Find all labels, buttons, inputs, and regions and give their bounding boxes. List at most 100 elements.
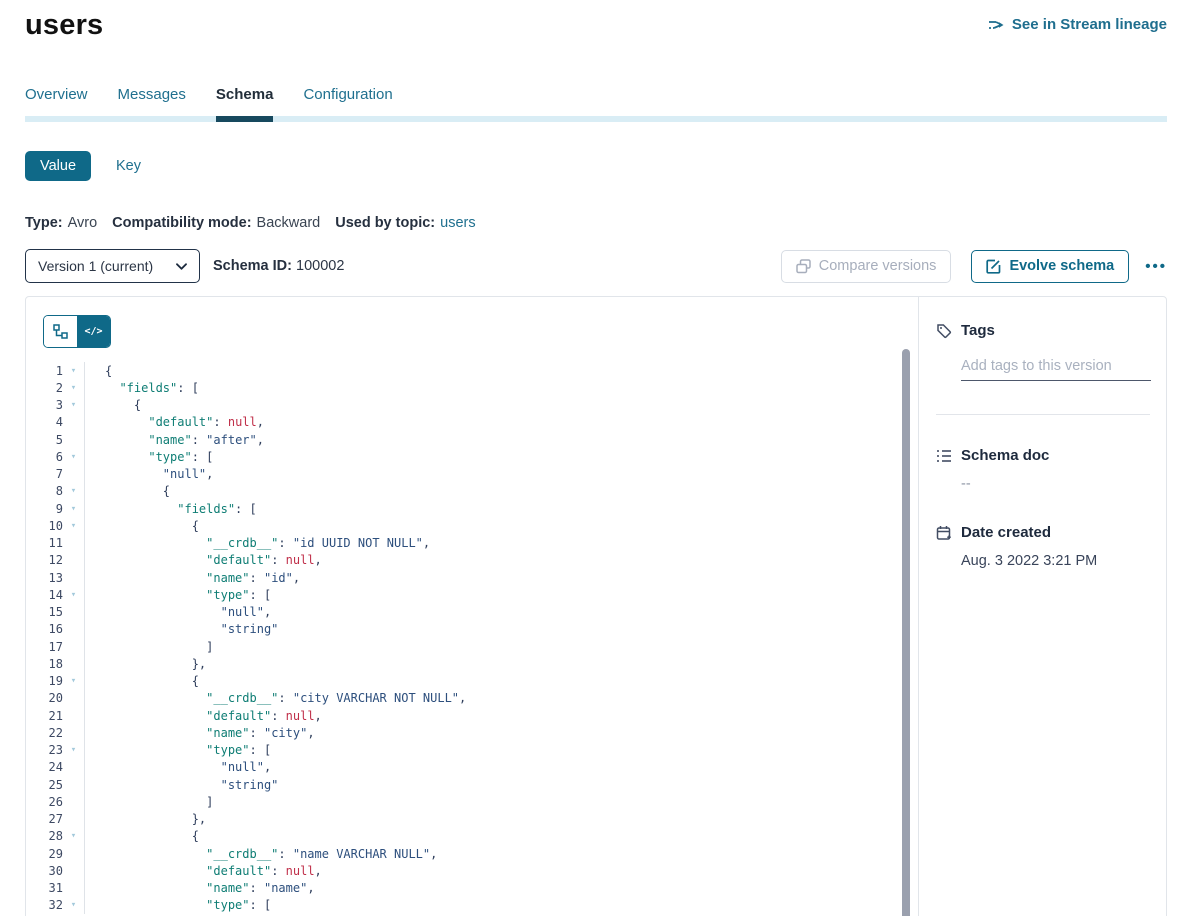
schema-sidebar: Tags Schema doc -- xyxy=(918,297,1166,916)
fold-gutter xyxy=(63,466,85,483)
version-select[interactable]: Version 1 (current) xyxy=(25,249,200,283)
code-line: 26 ] xyxy=(26,793,918,810)
fold-toggle-icon[interactable]: ▾ xyxy=(63,483,85,500)
line-number: 20 xyxy=(26,691,63,705)
meta-item: Compatibility mode:Backward xyxy=(112,215,320,231)
code-line: 18 }, xyxy=(26,655,918,672)
compare-versions-button[interactable]: Compare versions xyxy=(781,250,952,283)
code-text: { xyxy=(85,484,170,498)
fold-gutter xyxy=(63,535,85,552)
code-line: 29 "__crdb__": "name VARCHAR NULL", xyxy=(26,845,918,862)
code-line: 17 ] xyxy=(26,638,918,655)
tag-icon xyxy=(936,323,952,339)
fold-gutter xyxy=(63,621,85,638)
fold-toggle-icon[interactable]: ▾ xyxy=(63,448,85,465)
code-text: "name": "id", xyxy=(85,571,300,585)
line-number: 26 xyxy=(26,795,63,809)
code-text: ] xyxy=(85,795,213,809)
code-line: 10▾ { xyxy=(26,517,918,534)
code-line: 16 "string" xyxy=(26,621,918,638)
line-number: 2 xyxy=(26,381,63,395)
code-text: "null", xyxy=(85,605,271,619)
line-number: 21 xyxy=(26,709,63,723)
fold-gutter xyxy=(63,862,85,879)
fold-toggle-icon[interactable]: ▾ xyxy=(63,517,85,534)
tags-input[interactable] xyxy=(961,358,1151,381)
fold-gutter xyxy=(63,690,85,707)
code-text: "string" xyxy=(85,778,278,792)
stream-lineage-icon xyxy=(988,18,1005,32)
code-line: 28▾ { xyxy=(26,828,918,845)
meta-item: Type:Avro xyxy=(25,215,97,231)
fold-toggle-icon[interactable]: ▾ xyxy=(63,500,85,517)
fold-toggle-icon[interactable]: ▾ xyxy=(63,897,85,914)
version-select-value: Version 1 (current) xyxy=(38,258,153,274)
tab-overview[interactable]: Overview xyxy=(25,86,88,122)
fold-toggle-icon[interactable]: ▾ xyxy=(63,397,85,414)
schema-doc-header: Schema doc xyxy=(936,447,1150,464)
fold-gutter xyxy=(63,431,85,448)
line-number: 32 xyxy=(26,898,63,912)
value-tab-button[interactable]: Value xyxy=(25,151,91,181)
line-number: 10 xyxy=(26,519,63,533)
code-line: 22 "name": "city", xyxy=(26,724,918,741)
code-line: 23▾ "type": [ xyxy=(26,742,918,759)
line-number: 6 xyxy=(26,450,63,464)
schema-id-label: Schema ID: xyxy=(213,258,292,274)
sidebar-divider xyxy=(936,414,1150,415)
line-number: 14 xyxy=(26,588,63,602)
code-text: { xyxy=(85,364,112,378)
code-text: "default": null, xyxy=(85,415,264,429)
fold-toggle-icon[interactable]: ▾ xyxy=(63,673,85,690)
code-line: 14▾ "type": [ xyxy=(26,586,918,603)
line-number: 18 xyxy=(26,657,63,671)
tab-messages[interactable]: Messages xyxy=(118,86,186,122)
code-text: "default": null, xyxy=(85,553,322,567)
editor-scrollbar[interactable] xyxy=(902,349,910,916)
key-tab-button[interactable]: Key xyxy=(116,158,141,174)
tab-schema[interactable]: Schema xyxy=(216,86,274,122)
tree-view-button[interactable] xyxy=(44,316,77,347)
evolve-schema-button[interactable]: Evolve schema xyxy=(971,250,1129,283)
code-view-button[interactable]: </> xyxy=(77,316,110,347)
line-number: 31 xyxy=(26,881,63,895)
fold-toggle-icon[interactable]: ▾ xyxy=(63,379,85,396)
fold-toggle-icon[interactable]: ▾ xyxy=(63,742,85,759)
code-text: "fields": [ xyxy=(85,502,257,516)
code-line: 31 "name": "name", xyxy=(26,880,918,897)
tab-configuration[interactable]: Configuration xyxy=(303,86,392,122)
stream-lineage-link[interactable]: See in Stream lineage xyxy=(988,16,1167,33)
fold-gutter xyxy=(63,776,85,793)
code-text: "null", xyxy=(85,760,271,774)
page-header: users See in Stream lineage xyxy=(25,0,1167,42)
fold-gutter xyxy=(63,552,85,569)
schema-id: Schema ID: 100002 xyxy=(213,258,344,274)
code-text: "null", xyxy=(85,467,213,481)
line-number: 5 xyxy=(26,433,63,447)
view-toggle-group: </> xyxy=(43,315,111,348)
fold-gutter xyxy=(63,793,85,810)
fold-gutter xyxy=(63,569,85,586)
line-number: 9 xyxy=(26,502,63,516)
page-title: users xyxy=(25,9,103,42)
schema-doc-value: -- xyxy=(961,476,1150,492)
fold-gutter xyxy=(63,759,85,776)
code-line: 4 "default": null, xyxy=(26,414,918,431)
code-text: "default": null, xyxy=(85,864,322,878)
line-number: 1 xyxy=(26,364,63,378)
meta-item: Used by topic:users xyxy=(335,215,475,231)
line-number: 15 xyxy=(26,605,63,619)
compare-icon xyxy=(796,259,811,274)
code-line: 7 "null", xyxy=(26,466,918,483)
line-number: 23 xyxy=(26,743,63,757)
meta-value-link[interactable]: users xyxy=(440,215,475,231)
fold-toggle-icon[interactable]: ▾ xyxy=(63,828,85,845)
code-text: "type": [ xyxy=(85,450,213,464)
line-number: 22 xyxy=(26,726,63,740)
code-text: { xyxy=(85,829,199,843)
code-text: { xyxy=(85,398,141,412)
code-editor-lines[interactable]: 1▾{2▾ "fields": [3▾ {4 "default": null,5… xyxy=(26,362,918,914)
more-options-button[interactable]: ••• xyxy=(1145,258,1167,275)
fold-toggle-icon[interactable]: ▾ xyxy=(63,586,85,603)
fold-toggle-icon[interactable]: ▾ xyxy=(63,362,85,379)
